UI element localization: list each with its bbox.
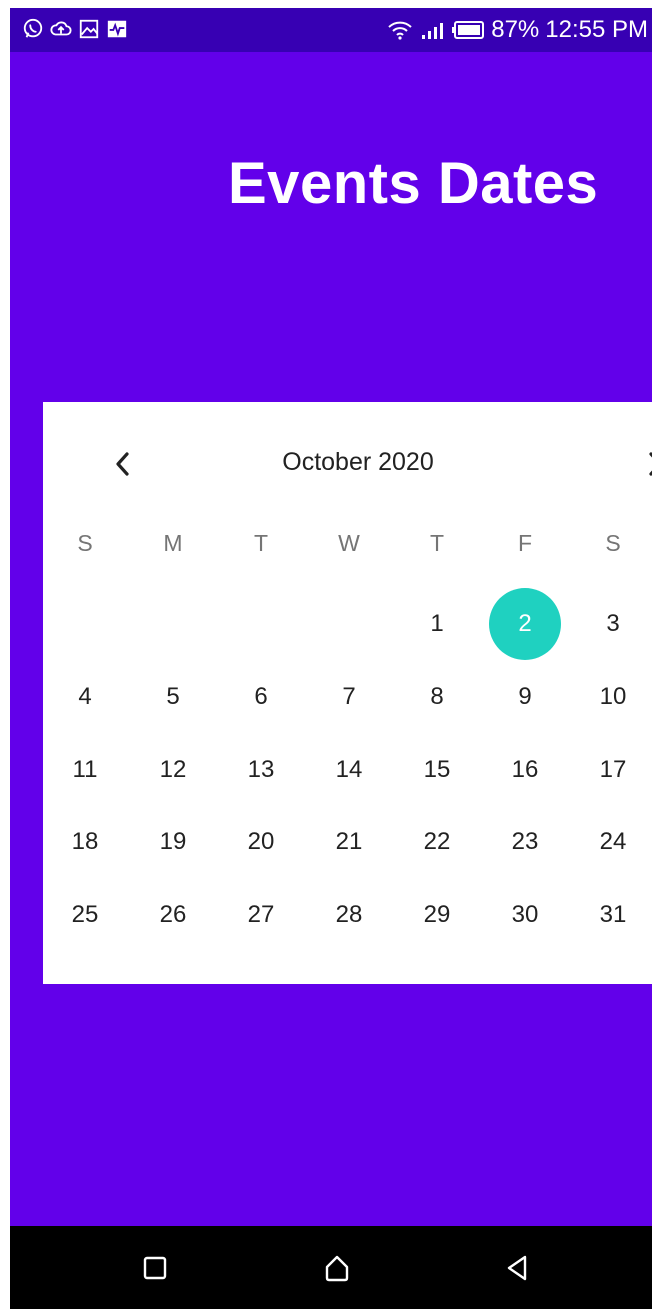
clock: 12:55 PM (545, 16, 648, 43)
day-cell[interactable]: 16 (489, 734, 561, 806)
day-cell[interactable]: 30 (489, 879, 561, 951)
day-cell[interactable]: 10 (577, 661, 649, 733)
day-cell[interactable]: 29 (401, 879, 473, 951)
day-cell[interactable]: 23 (489, 806, 561, 878)
day-cell[interactable]: 28 (313, 879, 385, 951)
day-cell[interactable]: 4 (49, 661, 121, 733)
day-cell[interactable]: 6 (225, 661, 297, 733)
calendar-card: October 2020 SMTWTFS 1 2 3 4 5 6 7 8 9 10 11 12 13 14… (43, 402, 652, 984)
day-cell[interactable]: 7 (313, 661, 385, 733)
day-cell[interactable]: 22 (401, 806, 473, 878)
day-cell[interactable]: 1 (401, 588, 473, 660)
gallery-icon (79, 19, 99, 39)
home-icon (325, 1255, 349, 1282)
day-cell[interactable]: 21 (313, 806, 385, 878)
day-cell[interactable]: 11 (49, 734, 121, 806)
day-cell[interactable]: 13 (225, 734, 297, 806)
battery-icon (452, 21, 485, 39)
activity-icon (107, 20, 127, 38)
back-button[interactable] (498, 1248, 538, 1288)
system-status: 87% 12:55 PM (387, 16, 648, 44)
day-cell[interactable]: 20 (225, 806, 297, 878)
battery-percent: 87% (491, 16, 540, 43)
day-cell[interactable]: 5 (137, 661, 209, 733)
recent-apps-icon (143, 1256, 167, 1280)
home-button[interactable] (317, 1248, 357, 1288)
notification-icons (22, 18, 128, 40)
days-grid: 1 2 3 4 5 6 7 8 9 10 11 12 13 14 15 16 17 18 19 20 21 22 23 24 2… (43, 402, 652, 984)
page-title: Events Dates (228, 151, 599, 216)
day-cell[interactable]: 14 (313, 734, 385, 806)
navigation-bar (10, 1226, 652, 1309)
day-cell[interactable]: 12 (137, 734, 209, 806)
day-cell[interactable]: 18 (49, 806, 121, 878)
day-cell[interactable]: 9 (489, 661, 561, 733)
day-cell-selected[interactable]: 2 (489, 588, 561, 660)
day-cell[interactable]: 24 (577, 806, 649, 878)
day-cell[interactable]: 27 (225, 879, 297, 951)
day-cell[interactable]: 15 (401, 734, 473, 806)
day-cell[interactable]: 19 (137, 806, 209, 878)
day-cell[interactable]: 17 (577, 734, 649, 806)
day-cell[interactable]: 25 (49, 879, 121, 951)
app-screen: 87% 12:55 PM Events Dates October 2020 S… (10, 8, 652, 1309)
day-cell[interactable]: 8 (401, 661, 473, 733)
whatsapp-icon (23, 18, 43, 38)
status-bar: 87% 12:55 PM (10, 8, 652, 52)
day-cell[interactable]: 31 (577, 879, 649, 951)
day-cell[interactable]: 26 (137, 879, 209, 951)
wifi-icon (388, 21, 412, 40)
signal-icon (422, 23, 444, 39)
cloud-upload-icon (50, 21, 72, 36)
day-cell[interactable]: 3 (577, 588, 649, 660)
recent-apps-button[interactable] (135, 1248, 175, 1288)
back-icon (507, 1255, 527, 1281)
